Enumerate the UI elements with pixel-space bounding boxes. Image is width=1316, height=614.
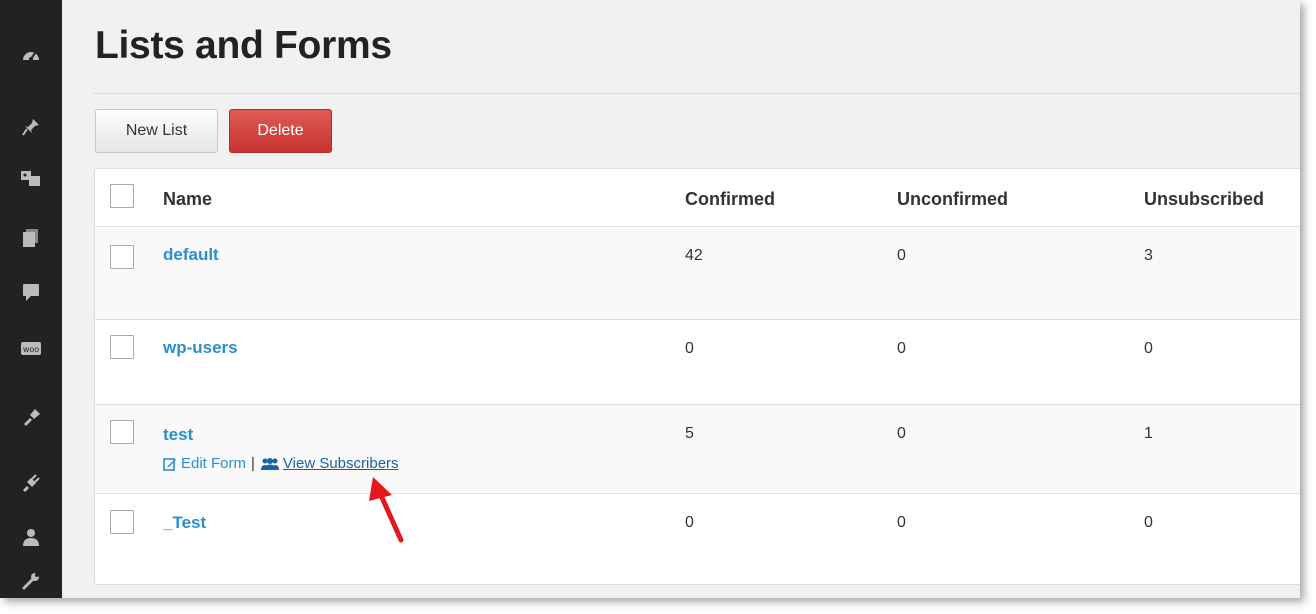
column-header-confirmed[interactable]: Confirmed bbox=[685, 189, 775, 210]
unconfirmed-count: 0 bbox=[897, 247, 906, 264]
unconfirmed-count: 0 bbox=[897, 514, 906, 531]
table-row: default 42 0 3 bbox=[95, 226, 1300, 320]
unconfirmed-count: 0 bbox=[897, 340, 906, 357]
app-window: woo Lists and Forms New List Delete Name… bbox=[0, 0, 1300, 598]
edit-form-label: Edit Form bbox=[181, 455, 247, 472]
table-header: Name Confirmed Unconfirmed Unsubscribed bbox=[95, 169, 1300, 226]
select-all-checkbox[interactable] bbox=[110, 184, 134, 208]
admin-sidebar: woo bbox=[0, 0, 62, 598]
lists-table: Name Confirmed Unconfirmed Unsubscribed … bbox=[94, 168, 1300, 585]
edit-icon bbox=[163, 457, 177, 471]
row-checkbox[interactable] bbox=[110, 510, 134, 534]
table-row: _Test 0 0 0 bbox=[95, 493, 1300, 584]
view-subscribers-label: View Subscribers bbox=[282, 455, 399, 472]
row-actions: Edit Form | View Subscribers bbox=[163, 455, 399, 472]
delete-button[interactable]: Delete bbox=[229, 109, 332, 153]
new-list-button[interactable]: New List bbox=[95, 109, 218, 153]
list-name-link[interactable]: _Test bbox=[163, 513, 206, 533]
confirmed-count: 5 bbox=[685, 425, 694, 442]
list-name-link[interactable]: test bbox=[163, 425, 193, 445]
table-row: wp-users 0 0 0 bbox=[95, 319, 1300, 405]
unsubscribed-count: 0 bbox=[1144, 340, 1153, 357]
plugins-icon[interactable] bbox=[19, 471, 43, 495]
svg-text:woo: woo bbox=[23, 345, 39, 354]
column-header-name[interactable]: Name bbox=[163, 189, 212, 210]
woo-icon[interactable]: woo bbox=[19, 337, 43, 361]
view-subscribers-link[interactable]: View Subscribers bbox=[260, 455, 399, 472]
unsubscribed-count: 3 bbox=[1144, 247, 1153, 264]
row-checkbox[interactable] bbox=[110, 245, 134, 269]
annotation-arrow bbox=[369, 477, 404, 543]
unconfirmed-count: 0 bbox=[897, 425, 906, 442]
unsubscribed-count: 0 bbox=[1144, 514, 1153, 531]
list-name-link[interactable]: default bbox=[163, 245, 219, 265]
confirmed-count: 0 bbox=[685, 514, 694, 531]
users-group-icon bbox=[260, 457, 280, 471]
users-icon[interactable] bbox=[19, 525, 43, 549]
row-checkbox[interactable] bbox=[110, 335, 134, 359]
confirmed-count: 42 bbox=[685, 247, 703, 264]
pin-icon[interactable] bbox=[19, 115, 43, 139]
title-divider bbox=[93, 93, 1300, 94]
table-row: test Edit Form | View Subscribers 5 0 1 bbox=[95, 404, 1300, 494]
action-separator: | bbox=[251, 455, 255, 472]
column-header-unsubscribed[interactable]: Unsubscribed bbox=[1144, 189, 1264, 210]
pages-icon[interactable] bbox=[19, 226, 43, 250]
confirmed-count: 0 bbox=[685, 340, 694, 357]
comments-icon[interactable] bbox=[19, 280, 43, 304]
appearance-icon[interactable] bbox=[19, 405, 43, 429]
media-icon[interactable] bbox=[19, 166, 43, 190]
tools-icon[interactable] bbox=[19, 569, 43, 593]
dashboard-icon[interactable] bbox=[19, 44, 43, 68]
row-checkbox[interactable] bbox=[110, 420, 134, 444]
page-title: Lists and Forms bbox=[95, 24, 392, 67]
column-header-unconfirmed[interactable]: Unconfirmed bbox=[897, 189, 1008, 210]
unsubscribed-count: 1 bbox=[1144, 425, 1153, 442]
edit-form-link[interactable]: Edit Form bbox=[163, 455, 246, 472]
list-name-link[interactable]: wp-users bbox=[163, 338, 238, 358]
